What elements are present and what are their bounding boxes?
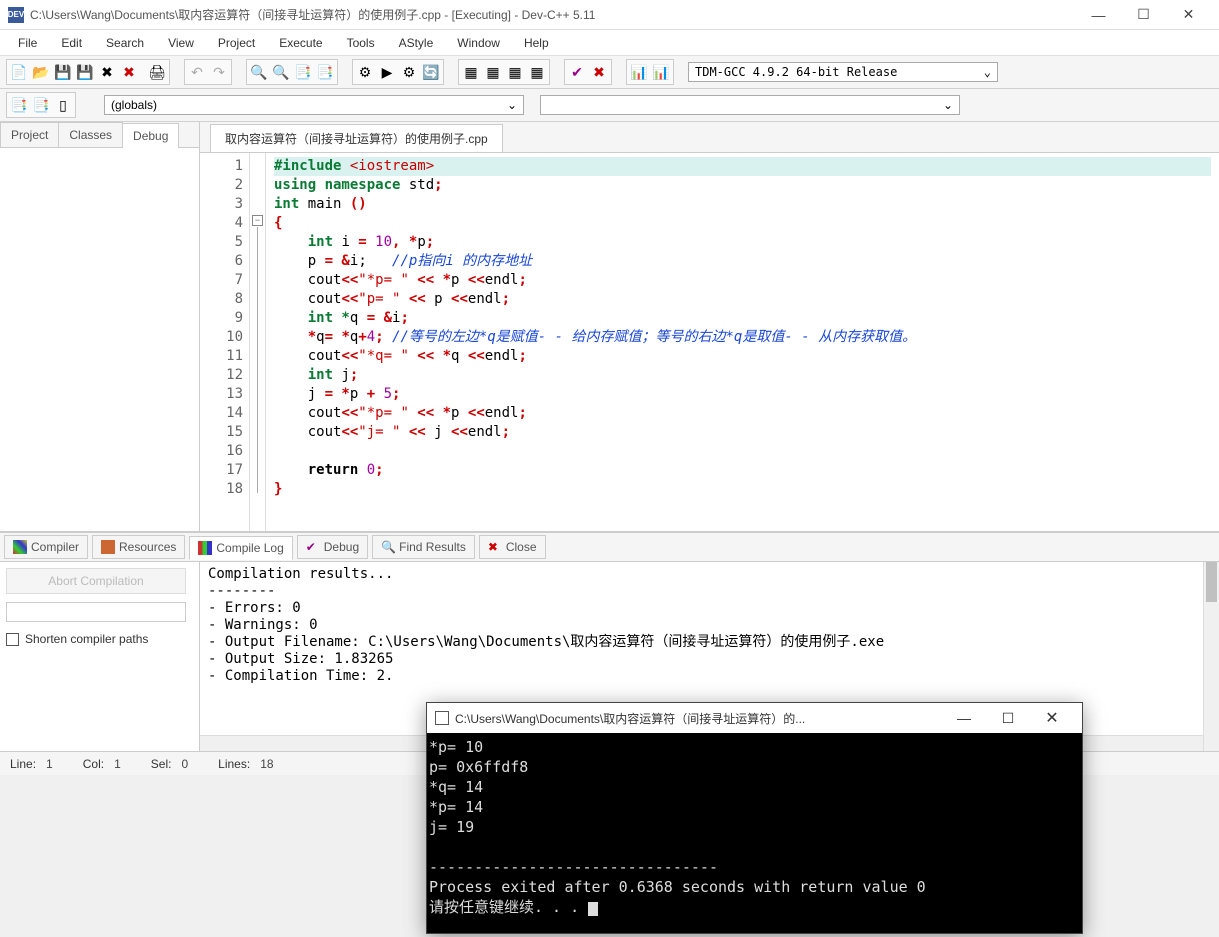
close-file-icon[interactable]: ✖ — [96, 61, 118, 83]
tab-project[interactable]: Project — [0, 122, 59, 147]
abort-compilation-button: Abort Compilation — [6, 568, 186, 594]
open-file-icon[interactable]: 📂 — [30, 61, 52, 83]
scope-selector-value: (globals) — [111, 98, 157, 112]
debug-step-icon[interactable]: ▦ — [482, 61, 504, 83]
rebuild-icon[interactable]: 🔄 — [420, 61, 442, 83]
debug-next-icon[interactable]: ▦ — [526, 61, 548, 83]
print-icon[interactable]: 🖨 — [146, 61, 168, 83]
shorten-paths-checkbox[interactable]: Shorten compiler paths — [6, 632, 193, 646]
bars-icon — [198, 541, 212, 555]
menu-file[interactable]: File — [8, 33, 47, 53]
bookmark-icon[interactable]: 📑 — [8, 94, 30, 116]
file-tab[interactable]: 取内容运算符（间接寻址运算符）的使用例子.cpp — [210, 124, 503, 152]
run-icon[interactable]: ▶ — [376, 61, 398, 83]
profile-delete-icon[interactable]: 📊 — [650, 61, 672, 83]
compile-run-icon[interactable]: ⚙ — [398, 61, 420, 83]
compiler-selector-value: TDM-GCC 4.9.2 64-bit Release — [695, 65, 897, 79]
title-bar: DEV C:\Users\Wang\Documents\取内容运算符（间接寻址运… — [0, 0, 1219, 30]
tab-debug[interactable]: Debug — [122, 123, 179, 148]
redo-icon[interactable]: ↷ — [208, 61, 230, 83]
toggle-bookmark-icon[interactable]: ▯ — [52, 94, 74, 116]
code-editor[interactable]: 123456789101112131415161718 − #include <… — [200, 153, 1219, 531]
menu-tools[interactable]: Tools — [337, 33, 385, 53]
replace-icon[interactable]: 🔍 — [270, 61, 292, 83]
code-content[interactable]: #include <iostream> using namespace std;… — [266, 153, 1219, 531]
scope-selector[interactable]: (globals) ⌄ — [104, 95, 524, 115]
editor-area: 取内容运算符（间接寻址运算符）的使用例子.cpp 123456789101112… — [200, 122, 1219, 531]
checkbox-icon[interactable] — [6, 633, 19, 646]
tab-compile-log[interactable]: Compile Log — [189, 536, 292, 560]
find-in-files-icon[interactable]: 📑 — [292, 61, 314, 83]
check-icon[interactable]: ✔ — [566, 61, 588, 83]
console-output[interactable]: *p= 10 p= 0x6ffdf8 *q= 14 *p= 14 j= 19 -… — [427, 733, 1082, 933]
menu-bar: File Edit Search View Project Execute To… — [0, 30, 1219, 56]
menu-astyle[interactable]: AStyle — [389, 33, 444, 53]
menu-view[interactable]: View — [158, 33, 204, 53]
save-all-icon[interactable]: 💾 — [74, 61, 96, 83]
stack-icon — [101, 540, 115, 554]
console-minimize-button[interactable]: — — [942, 710, 986, 726]
tab-resources[interactable]: Resources — [92, 535, 185, 559]
tab-find-results[interactable]: 🔍Find Results — [372, 535, 475, 559]
console-close-button[interactable]: ✕ — [1030, 708, 1074, 728]
tab-close[interactable]: ✖Close — [479, 535, 546, 559]
toolbar-secondary: 📑 📑 ▯ (globals) ⌄ ⌄ — [0, 89, 1219, 122]
close-button[interactable]: ✕ — [1166, 1, 1211, 29]
member-selector[interactable]: ⌄ — [540, 95, 960, 115]
compiler-selector[interactable]: TDM-GCC 4.9.2 64-bit Release ⌄ — [688, 62, 998, 82]
fold-column[interactable]: − — [250, 153, 266, 531]
console-title-bar[interactable]: C:\Users\Wang\Documents\取内容运算符（间接寻址运算符）的… — [427, 703, 1082, 733]
console-title-text: C:\Users\Wang\Documents\取内容运算符（间接寻址运算符）的… — [455, 710, 942, 727]
project-tree[interactable] — [0, 148, 199, 531]
grid-icon — [13, 540, 27, 554]
profile-icon[interactable]: 📊 — [628, 61, 650, 83]
search-icon: 🔍 — [381, 540, 395, 554]
fold-toggle-icon[interactable]: − — [252, 215, 263, 226]
debug-stop-icon[interactable]: ▦ — [504, 61, 526, 83]
goto-bookmark-icon[interactable]: 📑 — [30, 94, 52, 116]
menu-edit[interactable]: Edit — [51, 33, 92, 53]
close-all-icon[interactable]: ✖ — [118, 61, 140, 83]
undo-icon[interactable]: ↶ — [186, 61, 208, 83]
project-panel: Project Classes Debug — [0, 122, 200, 531]
chevron-down-icon: ⌄ — [507, 98, 517, 112]
console-maximize-button[interactable]: ☐ — [986, 710, 1030, 727]
close-icon: ✖ — [488, 540, 502, 554]
chevron-down-icon: ⌄ — [943, 98, 953, 112]
cursor-icon — [588, 902, 598, 916]
menu-help[interactable]: Help — [514, 33, 559, 53]
toolbar-main: 📄 📂 💾 💾 ✖ ✖ 🖨 ↶ ↷ 🔍 🔍 📑 📑 ⚙ ▶ ⚙ 🔄 ▦ ▦ ▦ … — [0, 56, 1219, 89]
new-file-icon[interactable]: 📄 — [8, 61, 30, 83]
minimize-button[interactable]: — — [1076, 1, 1121, 29]
compile-icon[interactable]: ⚙ — [354, 61, 376, 83]
menu-window[interactable]: Window — [447, 33, 510, 53]
find-icon[interactable]: 🔍 — [248, 61, 270, 83]
chevron-down-icon: ⌄ — [984, 65, 991, 79]
vertical-scrollbar[interactable] — [1203, 562, 1219, 751]
tab-compiler[interactable]: Compiler — [4, 535, 88, 559]
check-icon: ✔ — [306, 540, 320, 554]
tab-debug-bottom[interactable]: ✔Debug — [297, 535, 368, 559]
console-icon — [435, 711, 449, 725]
delete-icon[interactable]: ✖ — [588, 61, 610, 83]
app-icon: DEV — [8, 7, 24, 23]
compile-progress — [6, 602, 186, 622]
console-window[interactable]: C:\Users\Wang\Documents\取内容运算符（间接寻址运算符）的… — [426, 702, 1083, 934]
maximize-button[interactable]: ☐ — [1121, 1, 1166, 29]
goto-icon[interactable]: 📑 — [314, 61, 336, 83]
compile-log-text[interactable]: Compilation results... -------- - Errors… — [200, 562, 1219, 689]
menu-execute[interactable]: Execute — [269, 33, 332, 53]
menu-search[interactable]: Search — [96, 33, 154, 53]
save-icon[interactable]: 💾 — [52, 61, 74, 83]
tab-classes[interactable]: Classes — [58, 122, 123, 147]
debug-icon[interactable]: ▦ — [460, 61, 482, 83]
window-title: C:\Users\Wang\Documents\取内容运算符（间接寻址运算符）的… — [30, 6, 1076, 23]
line-gutter: 123456789101112131415161718 — [200, 153, 250, 531]
menu-project[interactable]: Project — [208, 33, 265, 53]
